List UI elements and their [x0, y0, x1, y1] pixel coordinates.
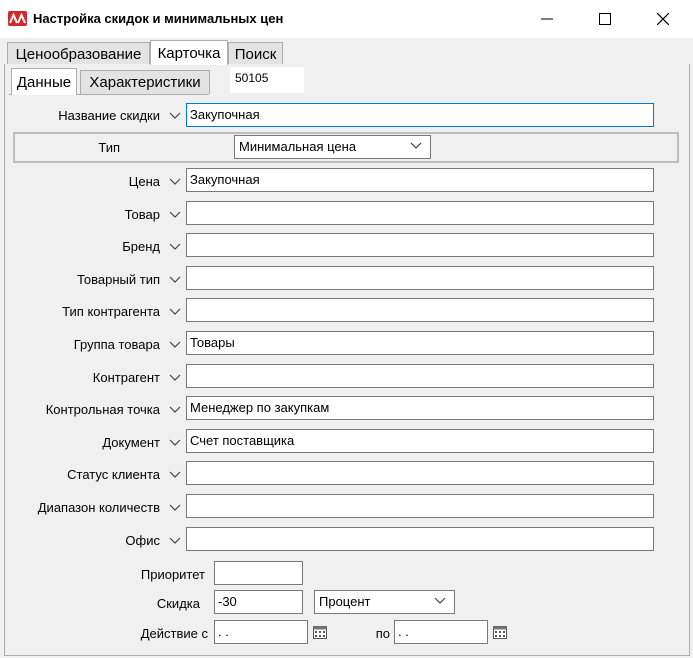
- type-label: Тип: [98, 140, 120, 155]
- field-label: Бренд: [122, 239, 160, 254]
- field-label: Товар: [124, 207, 160, 222]
- valid-from-label: Действие с: [140, 626, 208, 641]
- discount-name-label: Название скидки: [58, 108, 160, 123]
- field-label: Контрагент: [92, 370, 160, 385]
- subtab-characteristics[interactable]: Характеристики: [80, 70, 210, 94]
- chevron-down-icon: [434, 597, 446, 604]
- field-label: Группа товара: [73, 337, 160, 352]
- field-label: Цена: [128, 174, 160, 189]
- field-input[interactable]: Товары: [186, 331, 654, 355]
- chevron-down-icon[interactable]: [167, 304, 183, 320]
- field-input[interactable]: [186, 494, 654, 518]
- field-input[interactable]: Счет поставщика: [186, 429, 654, 453]
- field-label: Документ: [102, 435, 160, 450]
- chevron-down-icon[interactable]: [167, 435, 183, 451]
- tab-card[interactable]: Карточка: [150, 40, 228, 65]
- field-label: Товарный тип: [76, 272, 160, 287]
- valid-to-input[interactable]: . .: [394, 620, 488, 644]
- close-icon[interactable]: [640, 0, 686, 38]
- valid-from-input[interactable]: . .: [214, 620, 308, 644]
- chevron-down-icon[interactable]: [167, 402, 183, 418]
- calendar-icon[interactable]: [492, 624, 508, 640]
- field-label: Тип контрагента: [62, 304, 160, 319]
- discount-unit-select[interactable]: Процент: [314, 590, 455, 614]
- subtab-data[interactable]: Данные: [11, 68, 77, 95]
- field-input[interactable]: [186, 266, 654, 290]
- discount-name-input[interactable]: Закупочная: [186, 103, 654, 127]
- discount-input[interactable]: -30: [214, 590, 303, 614]
- chevron-down-icon[interactable]: [167, 533, 183, 549]
- field-input[interactable]: [186, 527, 654, 551]
- chevron-down-icon[interactable]: [167, 500, 183, 516]
- chevron-down-icon: [410, 142, 422, 149]
- chevron-down-icon[interactable]: [167, 239, 183, 255]
- field-input[interactable]: [186, 461, 654, 485]
- valid-to-label: по: [375, 626, 390, 641]
- type-select-value: Минимальная цена: [239, 139, 357, 154]
- window-title: Настройка скидок и минимальных цен: [33, 11, 284, 26]
- field-input[interactable]: [186, 233, 654, 257]
- chevron-down-icon[interactable]: [167, 174, 183, 190]
- field-label: Контрольная точка: [45, 402, 160, 417]
- chevron-down-icon[interactable]: [167, 467, 183, 483]
- calendar-icon[interactable]: [312, 624, 328, 640]
- chevron-down-icon[interactable]: [167, 370, 183, 386]
- field-label: Диапазон количеств: [37, 500, 160, 515]
- discount-label: Скидка: [156, 596, 200, 611]
- priority-label: Приоритет: [140, 567, 205, 582]
- field-input[interactable]: [186, 201, 654, 225]
- tab-search[interactable]: Поиск: [228, 42, 283, 65]
- chevron-down-icon[interactable]: [167, 337, 183, 353]
- priority-input[interactable]: [214, 561, 303, 585]
- field-input[interactable]: [186, 364, 654, 388]
- field-label: Статус клиента: [67, 467, 160, 482]
- chevron-down-icon[interactable]: [167, 108, 183, 124]
- field-input[interactable]: Менеджер по закупкам: [186, 396, 654, 420]
- field-input[interactable]: Закупочная: [186, 168, 654, 192]
- minimize-icon[interactable]: [524, 0, 570, 38]
- discount-unit-value: Процент: [319, 594, 371, 609]
- record-code: 50105: [230, 67, 304, 93]
- title-bar: Настройка скидок и минимальных цен: [0, 0, 693, 38]
- field-input[interactable]: [186, 298, 654, 322]
- tab-pricing[interactable]: Ценообразование: [7, 42, 150, 65]
- chevron-down-icon[interactable]: [167, 207, 183, 223]
- field-label: Офис: [125, 533, 160, 548]
- chevron-down-icon[interactable]: [167, 272, 183, 288]
- type-select[interactable]: Минимальная цена: [234, 135, 431, 159]
- maximize-icon[interactable]: [582, 0, 628, 38]
- app-logo-icon: [8, 11, 27, 26]
